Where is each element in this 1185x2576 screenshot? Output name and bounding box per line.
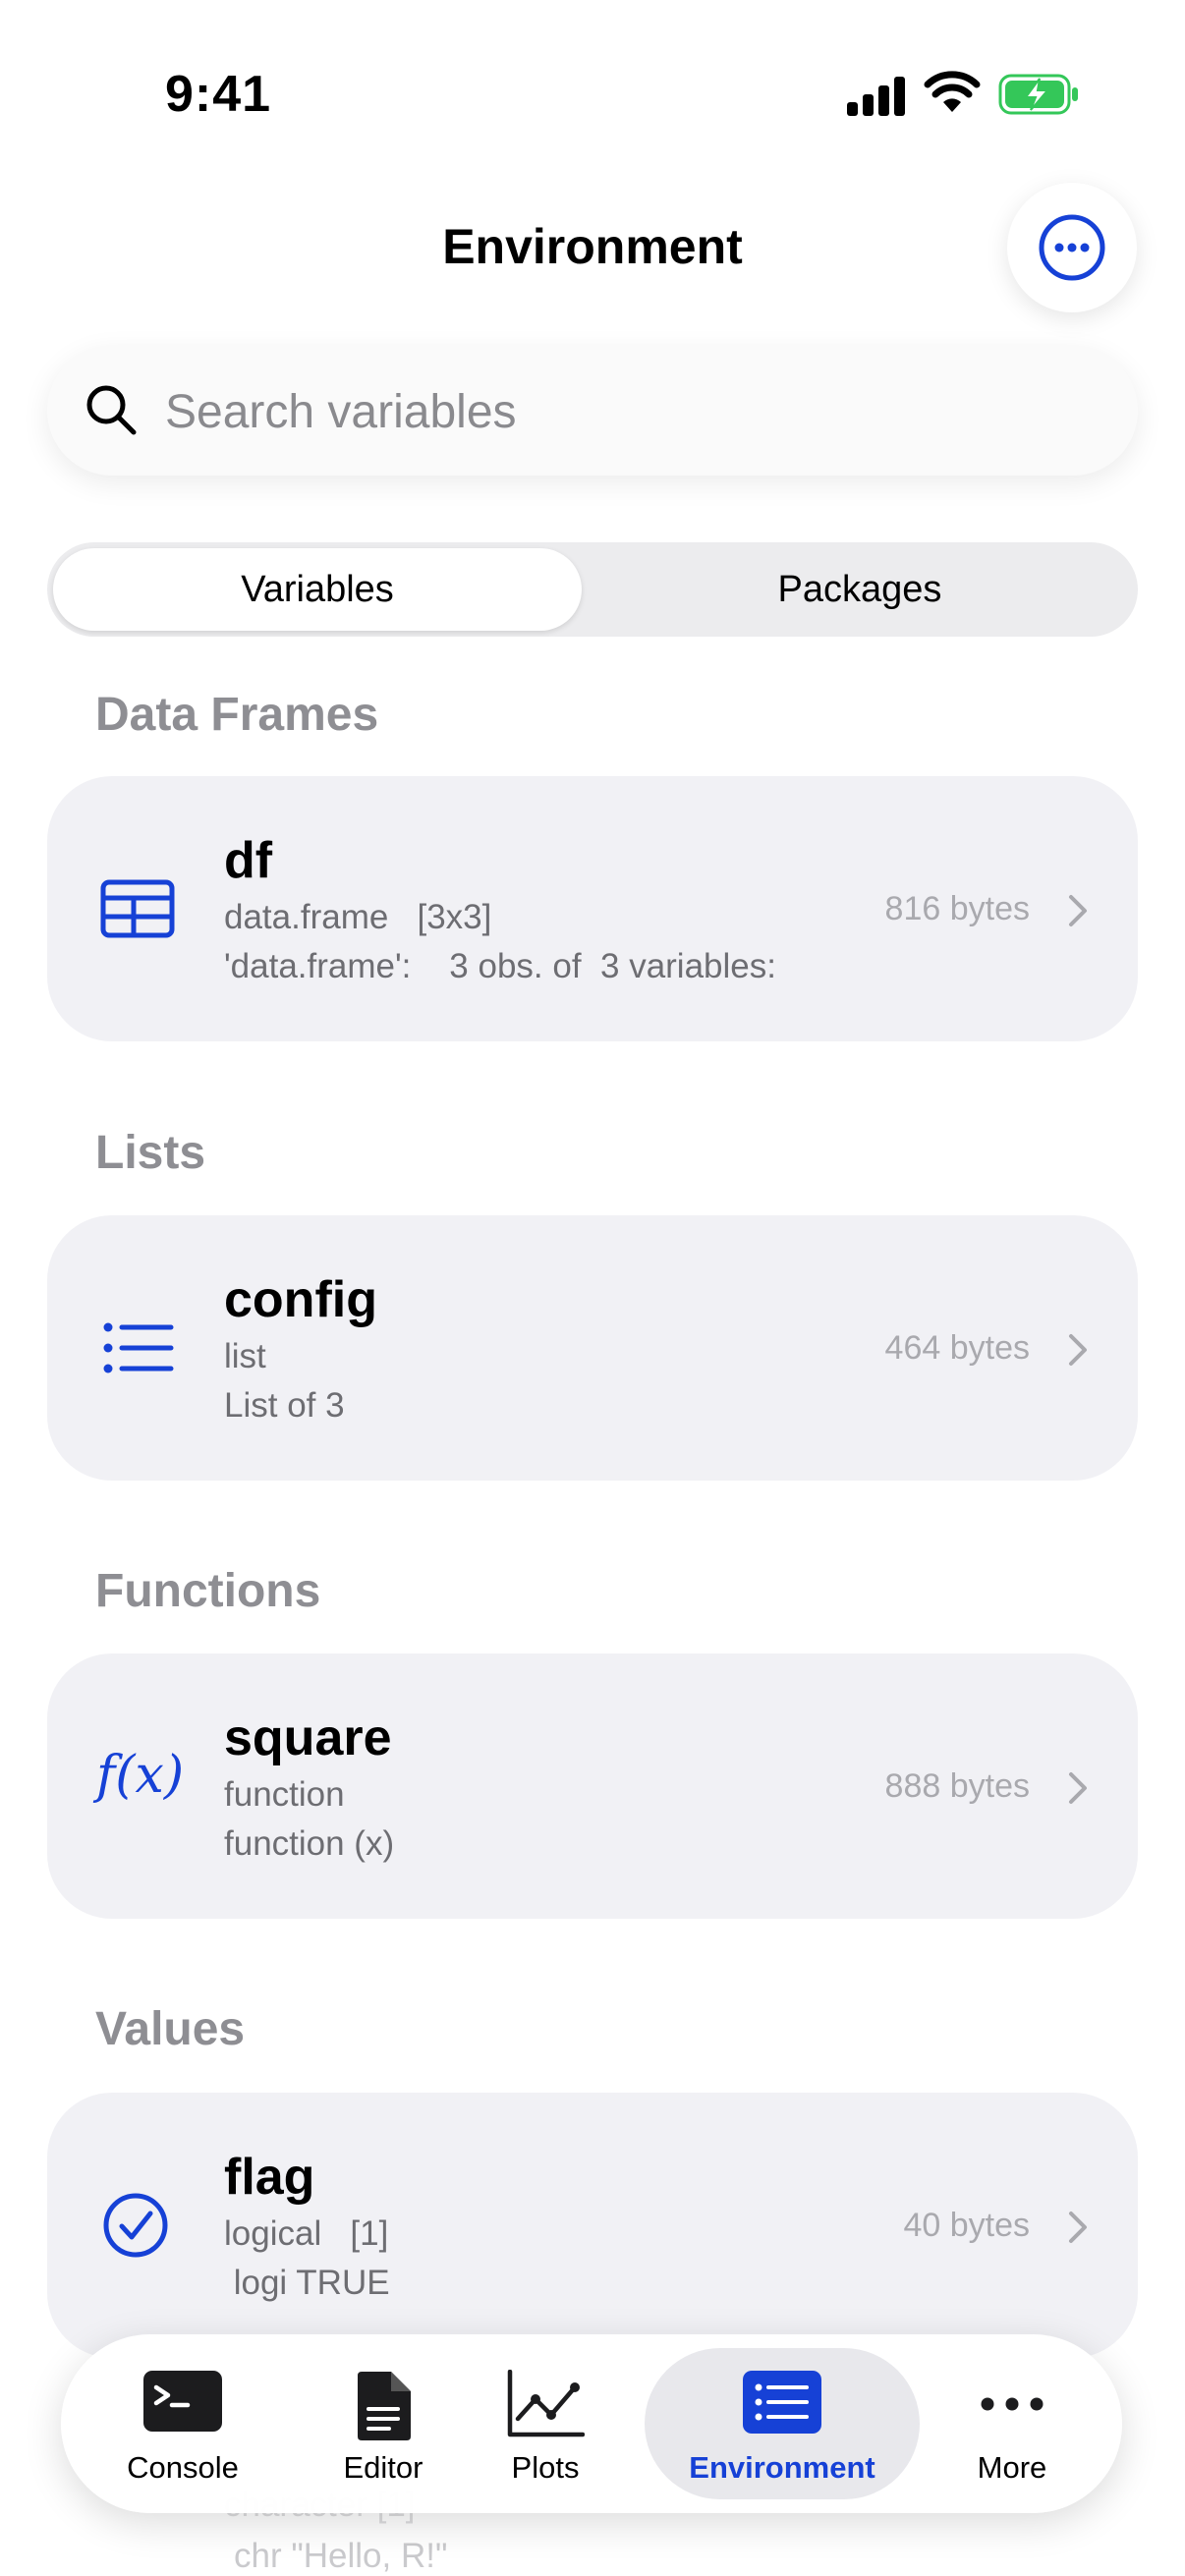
search-bar[interactable]: [47, 346, 1138, 476]
variable-name: flag: [224, 2149, 315, 2206]
tab-label: Plots: [511, 2450, 580, 2485]
variable-size: 816 bytes: [884, 890, 1030, 927]
variable-summary: function (x): [224, 1824, 395, 1863]
section-header-functions: Functions: [95, 1565, 321, 1617]
variable-summary: logi TRUE: [224, 2264, 390, 2302]
section-header-data-frames: Data Frames: [95, 689, 379, 741]
list-rectangle-icon: [743, 2371, 821, 2434]
status-bar: 9:41: [0, 0, 1185, 147]
tab-environment[interactable]: Environment: [645, 2334, 920, 2513]
chevron-right-icon: [1069, 2212, 1087, 2243]
variable-row-square[interactable]: f(x) square function function (x) 888 by…: [47, 1653, 1138, 1919]
wifi-icon: [924, 71, 981, 112]
tab-bar: Console Editor Plots Environment More: [61, 2334, 1122, 2513]
section-header-lists: Lists: [95, 1127, 206, 1179]
cellular-signal-icon: [847, 77, 905, 116]
tab-editor[interactable]: Editor: [305, 2334, 462, 2513]
variable-type: data.frame [3x3]: [224, 898, 492, 936]
tab-label: More: [977, 2450, 1047, 2485]
variable-type: logical [1]: [224, 2214, 389, 2253]
tab-label: Editor: [343, 2450, 423, 2485]
variable-type: list: [224, 1337, 266, 1375]
variable-name: config: [224, 1271, 377, 1328]
tab-console[interactable]: Console: [61, 2334, 305, 2513]
document-icon: [358, 2372, 411, 2440]
segment-packages[interactable]: Packages: [588, 548, 1132, 631]
scope-segmented-control: Variables Packages: [47, 542, 1138, 637]
variable-name: df: [224, 832, 273, 889]
variable-row-config[interactable]: config list List of 3 464 bytes: [47, 1215, 1138, 1481]
variable-summary: 'data.frame': 3 obs. of 3 variables:: [224, 947, 776, 985]
variable-size: 40 bytes: [903, 2207, 1030, 2244]
chart-line-icon: [507, 2370, 585, 2437]
checkmark-circle-icon: [103, 2193, 168, 2258]
tab-plots[interactable]: Plots: [462, 2334, 629, 2513]
status-time: 9:41: [165, 66, 272, 123]
more-options-button[interactable]: [1007, 183, 1137, 312]
section-header-values: Values: [95, 2003, 246, 2055]
variable-name: square: [224, 1709, 392, 1766]
ellipsis-circle-icon: [1039, 214, 1105, 281]
variable-size: 464 bytes: [884, 1329, 1030, 1367]
fx-icon: f(x): [96, 1746, 185, 1805]
tab-more[interactable]: More: [924, 2334, 1100, 2513]
variable-summary: List of 3: [224, 1386, 345, 1425]
tab-label: Console: [127, 2450, 239, 2485]
tab-label: Environment: [689, 2450, 875, 2485]
variable-row-flag[interactable]: flag logical [1] logi TRUE 40 bytes: [47, 2093, 1138, 2358]
table-icon: [100, 879, 175, 938]
terminal-icon: [143, 2371, 222, 2432]
segment-variables[interactable]: Variables: [53, 548, 582, 631]
variable-size: 888 bytes: [884, 1767, 1030, 1805]
chevron-right-icon: [1069, 895, 1087, 926]
variable-type: function: [224, 1775, 345, 1814]
ellipsis-icon: [981, 2397, 1044, 2411]
search-icon: [86, 385, 137, 435]
chevron-right-icon: [1069, 1772, 1087, 1804]
variable-row-df[interactable]: df data.frame [3x3] 'data.frame': 3 obs.…: [47, 776, 1138, 1041]
search-input[interactable]: [163, 375, 1091, 448]
battery-charging-icon: [998, 74, 1078, 115]
list-icon: [103, 1322, 174, 1373]
chevron-right-icon: [1069, 1334, 1087, 1366]
variable-summary-partial: chr "Hello, R!": [234, 2537, 448, 2575]
